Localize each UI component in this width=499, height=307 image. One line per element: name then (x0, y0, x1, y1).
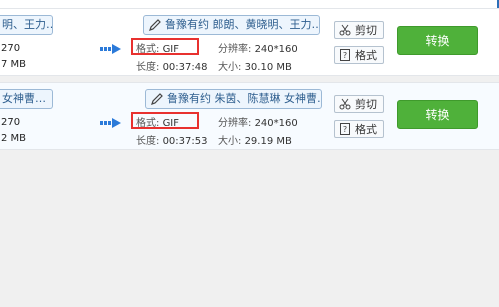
convert-arrow-icon (100, 118, 122, 128)
convert-button[interactable]: 转换 (397, 26, 478, 55)
format-info: 格式: GIF (136, 118, 180, 129)
format-info: 格式: GIF (136, 44, 180, 55)
task-row: 明、王力… 270 7 MB 鲁豫有约 郎朗、黄晓明、王力… 格式: GIF 分… (0, 8, 499, 76)
format-button[interactable]: ? 格式 (334, 120, 384, 138)
source-title: 女神曹… (2, 92, 46, 105)
source-title: 明、王力… (2, 18, 53, 31)
resolution-value: 240*160 (254, 118, 298, 129)
cut-button[interactable]: 剪切 (334, 95, 384, 113)
task-row: 女神曹… 270 2 MB 鲁豫有约 朱茵、陈慧琳 女神曹… 格式: GIF 分… (0, 82, 499, 150)
help-doc-icon: ? (340, 123, 350, 135)
output-title: 鲁豫有约 郎朗、黄晓明、王力… (165, 18, 320, 31)
output-title: 鲁豫有约 朱茵、陈慧琳 女神曹… (167, 92, 322, 105)
help-doc-icon: ? (340, 49, 350, 61)
svg-text:?: ? (343, 51, 347, 60)
resolution-value: 240*160 (254, 44, 298, 55)
scissors-icon (339, 24, 351, 36)
pencil-icon (151, 93, 163, 105)
source-title-tag[interactable]: 明、王力… (0, 15, 53, 35)
size-value: 30.10 MB (244, 62, 292, 73)
source-resolution: 270 (1, 43, 21, 54)
duration-value: 00:37:53 (162, 136, 208, 147)
pencil-icon (149, 19, 161, 31)
empty-list-area (0, 150, 499, 307)
source-size: 2 MB (1, 133, 27, 144)
top-strip (0, 0, 499, 8)
convert-arrow-icon (100, 44, 122, 54)
duration-info: 长度: 00:37:48 (136, 62, 208, 73)
size-info: 大小: 29.19 MB (218, 136, 292, 147)
size-value: 29.19 MB (244, 136, 292, 147)
size-info: 大小: 30.10 MB (218, 62, 292, 73)
output-title-field[interactable]: 鲁豫有约 郎朗、黄晓明、王力… (143, 15, 320, 35)
resolution-info: 分辨率: 240*160 (218, 118, 298, 129)
output-title-field[interactable]: 鲁豫有约 朱茵、陈慧琳 女神曹… (145, 89, 322, 109)
format-value: GIF (162, 44, 180, 55)
source-size: 7 MB (1, 59, 27, 70)
source-resolution: 270 (1, 117, 21, 128)
format-value: GIF (162, 118, 180, 129)
svg-text:?: ? (343, 125, 347, 134)
format-button[interactable]: ? 格式 (334, 46, 384, 64)
resolution-info: 分辨率: 240*160 (218, 44, 298, 55)
source-title-tag[interactable]: 女神曹… (0, 89, 53, 109)
duration-value: 00:37:48 (162, 62, 208, 73)
convert-button[interactable]: 转换 (397, 100, 478, 129)
scissors-icon (339, 98, 351, 110)
duration-info: 长度: 00:37:53 (136, 136, 208, 147)
cut-button[interactable]: 剪切 (334, 21, 384, 39)
